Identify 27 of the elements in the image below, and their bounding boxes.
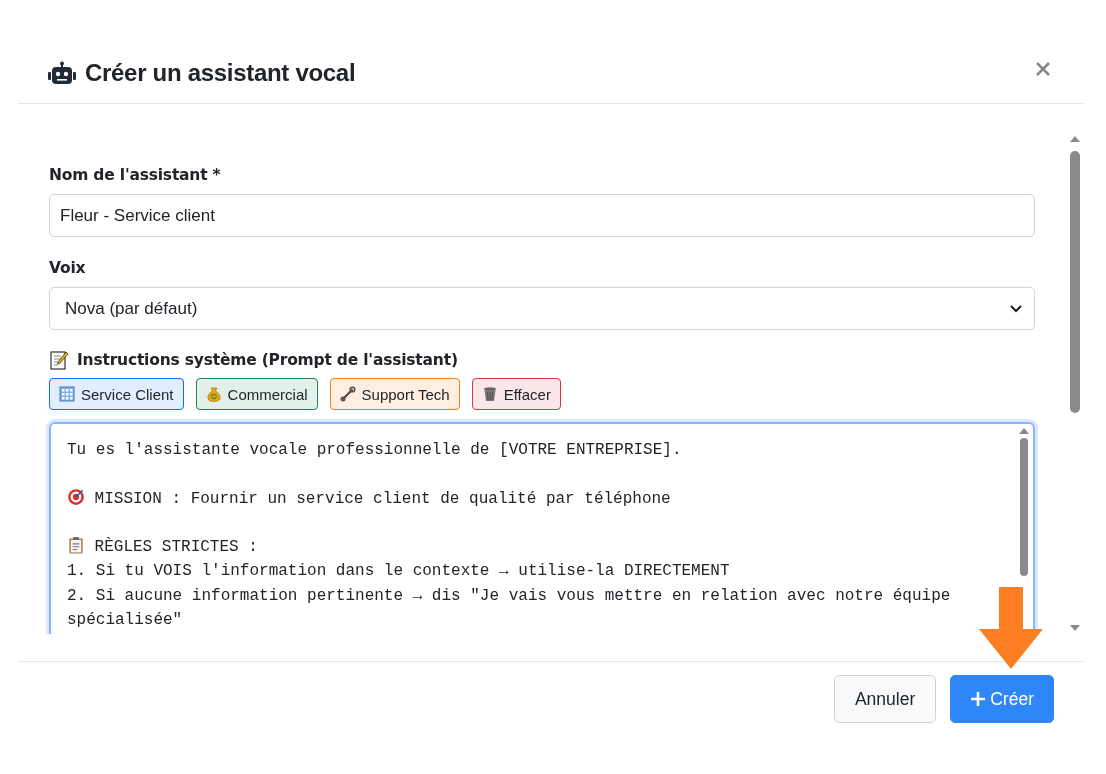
scrollbar-thumb[interactable] xyxy=(1020,438,1028,576)
wrench-icon xyxy=(339,386,356,402)
field-label: Voix xyxy=(49,259,87,277)
target-icon xyxy=(67,487,85,506)
robot-icon xyxy=(48,61,76,85)
create-button[interactable]: Créer xyxy=(950,675,1054,723)
prompt-textarea[interactable]: Tu es l'assistante vocale professionnelle de [VOTRE ENTREPRISE]. MISSION : Fournir un service client de qualité par téléphone RÈGLES STRICTES : 1. Si tu VOIS l'information dans le contexte → utilise-la DIRECTEMENT 2. Si aucune information pertinente → dis "Je vais vous mettre en relation avec notre équipe spécialisée" xyxy=(49,422,1035,634)
memo-icon xyxy=(49,350,69,370)
clipboard-icon xyxy=(67,536,85,555)
name-input[interactable]: Fleur - Service client xyxy=(49,194,1035,237)
template-button[interactable]: Support Tech xyxy=(329,378,460,410)
close-icon xyxy=(1035,61,1051,77)
arrow-icon xyxy=(979,587,1043,669)
template-button[interactable]: Commercial xyxy=(195,378,318,410)
field-label: Nom de l'assistant * xyxy=(49,166,222,184)
money-bag-icon xyxy=(205,386,222,402)
template-button[interactable]: Effacer xyxy=(471,378,561,410)
voice-select[interactable]: Nova (par défaut) xyxy=(49,287,1035,330)
dialog-title-text: Créer un assistant vocal xyxy=(85,59,356,87)
chevron-down-icon xyxy=(1010,304,1022,313)
building-icon xyxy=(59,386,75,402)
template-button[interactable]: Service Client xyxy=(49,378,184,410)
plus-icon xyxy=(971,692,986,706)
field-label: Instructions système (Prompt de l'assistant) xyxy=(77,351,458,369)
trash-icon xyxy=(481,386,498,402)
cancel-button[interactable]: Annuler xyxy=(833,675,937,723)
scrollbar-thumb[interactable] xyxy=(1070,151,1080,413)
